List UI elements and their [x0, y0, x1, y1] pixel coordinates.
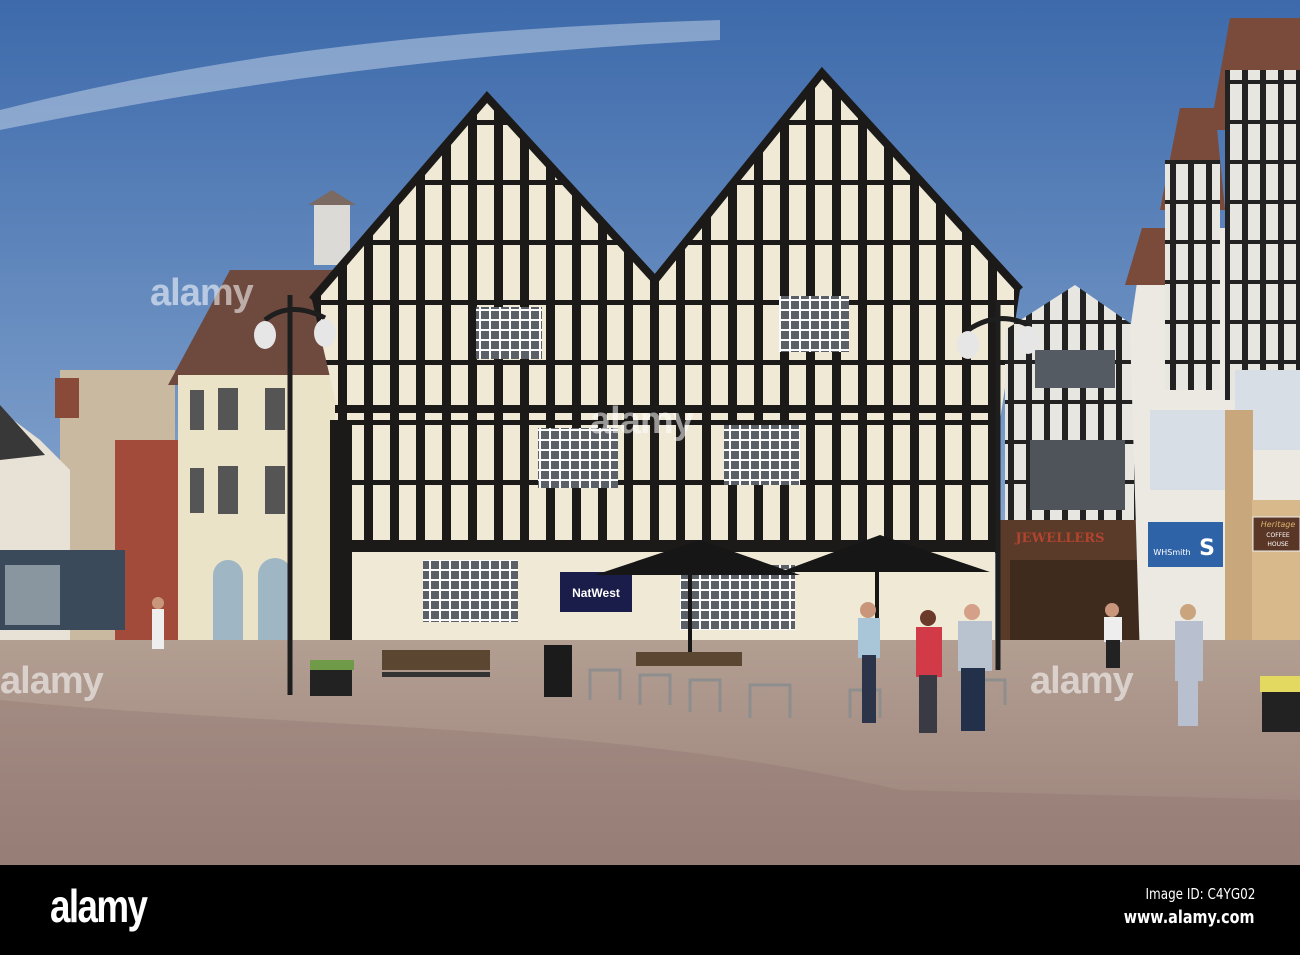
footer-bar: alamy Image ID: C4YG02 www.alamy.com — [0, 865, 1300, 955]
coffee-house-line2: HOUSE — [1267, 541, 1288, 548]
watermark: alamy — [150, 272, 254, 314]
image-id: Image ID: C4YG02 — [1145, 885, 1255, 903]
coffee-house-line1: COFFEE — [1266, 532, 1290, 539]
natwest-label: NatWest — [572, 586, 620, 600]
whsmith-logo: S — [1199, 536, 1215, 561]
coffee-house-brand: Heritage — [1261, 520, 1296, 529]
site-url[interactable]: www.alamy.com — [1124, 907, 1255, 928]
natwest-sign: NatWest — [560, 572, 632, 612]
window — [423, 560, 518, 622]
window — [476, 307, 542, 359]
window — [724, 425, 800, 485]
alamy-logo: alamy — [50, 880, 148, 932]
jewellers-sign: JEWELLERS — [1015, 531, 1105, 546]
watermark: alamy — [1030, 660, 1134, 702]
photo-scene: NatWest JEWELLERS S WHSmith Heritage COF… — [0, 0, 1300, 955]
whsmith-name: WHSmith — [1153, 548, 1190, 557]
watermark: alamy — [590, 400, 694, 442]
window — [779, 296, 849, 352]
watermark: alamy — [0, 660, 104, 702]
